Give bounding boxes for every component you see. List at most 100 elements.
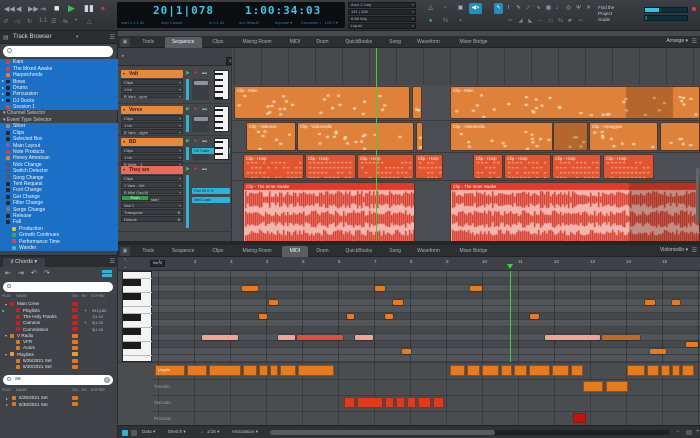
track-param-row[interactable]: Push start <box>121 195 183 202</box>
midi-note[interactable] <box>259 314 267 319</box>
track-param-row[interactable]: Clips ▾ <box>121 147 183 153</box>
arm-strip[interactable] <box>186 115 189 132</box>
clip[interactable]: Clip - Harp <box>473 154 503 179</box>
list-icon[interactable]: ☰ <box>51 18 56 25</box>
track-param-row[interactable]: 1 trk ▾ <box>121 153 183 160</box>
redo-icon[interactable]: ↻ <box>27 18 32 25</box>
track-name[interactable]: ▾ BD <box>121 138 183 146</box>
spray-icon[interactable]: ∾ <box>576 16 585 27</box>
midi-note[interactable] <box>672 300 680 305</box>
clip[interactable]: Clip - Violonce <box>246 122 296 151</box>
chords-tab[interactable]: ♯ Chords ▾ <box>3 258 45 267</box>
tab-mixer-bridge[interactable]: Mixer Bridge <box>449 246 498 257</box>
play-icon[interactable]: ▶ <box>2 308 5 313</box>
display-sub_right[interactable]: Impulse ▾ <box>275 20 292 25</box>
filter-search-input[interactable]: se ✕ <box>3 375 113 385</box>
fold-up-icon[interactable]: ⌃ <box>123 259 127 264</box>
track-param-row[interactable]: 1 trk ▾ <box>121 85 183 92</box>
tab-midi[interactable]: MIDI <box>282 246 308 257</box>
articulation-block[interactable] <box>583 381 603 392</box>
monitor-icon[interactable]: ◦ <box>439 3 452 14</box>
speaker-icon[interactable]: ◀» <box>469 3 482 14</box>
articulation-block[interactable] <box>682 365 694 376</box>
percent-icon[interactable]: % <box>556 16 565 27</box>
chords-search-input[interactable] <box>3 282 113 292</box>
mic-tool[interactable]: Ψ <box>574 3 583 14</box>
track-param-row[interactable]: Clips ▾ <box>121 115 183 121</box>
swap-icon[interactable]: ⇆ <box>63 18 68 25</box>
midi-note[interactable] <box>650 349 666 354</box>
track-param-row[interactable]: Clips ▾ <box>121 175 183 181</box>
midi-note[interactable] <box>202 335 238 340</box>
fader-thumb[interactable] <box>193 117 208 121</box>
fold-down-icon[interactable]: ⌄ <box>123 265 127 270</box>
zoom-in-icon[interactable]: + <box>696 429 700 435</box>
ratio-icon[interactable]: 1:1 <box>39 18 47 24</box>
articulation-block[interactable] <box>385 397 394 408</box>
midi-note[interactable] <box>385 314 393 319</box>
track-param-row[interactable]: B Vars - agen ▾ <box>121 128 183 135</box>
tab-sequence[interactable]: Sequence <box>164 37 202 48</box>
clip[interactable]: Clip - The Inner Awake <box>450 182 700 247</box>
articulation-block[interactable] <box>270 365 278 376</box>
menu-icon[interactable]: ☰ <box>110 258 115 265</box>
h-scrollbar[interactable] <box>270 430 670 435</box>
midi-mode-icon[interactable] <box>122 429 128 436</box>
clip[interactable]: Clip - Main <box>450 86 700 119</box>
midi-note[interactable] <box>375 286 385 291</box>
bottom-option[interactable]: Stretch ▾ <box>168 429 186 435</box>
tab-drum[interactable]: Drum <box>310 246 336 257</box>
fader-thumb[interactable] <box>193 81 208 85</box>
pause-button[interactable]: ▮▮ <box>84 3 94 14</box>
tab-clips[interactable]: Clips <box>204 246 233 257</box>
volume-fader[interactable] <box>192 79 209 100</box>
back-button[interactable]: ◀ <box>16 5 21 13</box>
articulation-block[interactable] <box>501 365 512 376</box>
track-param-row[interactable]: Detune 0 <box>121 215 183 222</box>
clip[interactable]: Clip - Harp <box>305 154 356 179</box>
clip[interactable]: Clip - Harp <box>603 154 654 179</box>
device-chip[interactable]: Pan 50.0 % <box>192 188 230 194</box>
midi-note[interactable] <box>297 335 343 340</box>
clip[interactable]: Clip - Harp <box>243 154 304 179</box>
arm-strip[interactable] <box>186 79 189 100</box>
midi-note[interactable] <box>242 286 258 291</box>
articulation-block[interactable] <box>407 397 416 408</box>
track-param-row[interactable]: B Vars - spar ▾ <box>121 92 183 99</box>
articulation-block[interactable] <box>344 397 355 408</box>
articulation-block[interactable] <box>672 365 680 376</box>
clip[interactable]: Clip - Harp <box>415 154 443 179</box>
piano-keyboard[interactable] <box>122 271 153 363</box>
track-record-icon[interactable]: ● <box>194 70 197 76</box>
articulation-block[interactable] <box>573 413 586 423</box>
hand-icon[interactable]: ☛ <box>566 16 575 27</box>
track-mute-icon[interactable]: ▬ <box>202 106 207 112</box>
editor-ruler[interactable]: ⌃ ⌄ No. 2 1 2 3 4 5 6 7 8 9 10 11 12 13 14 15 <box>118 257 700 271</box>
curve-tool[interactable]: ∿ <box>534 3 543 14</box>
articulation-block[interactable] <box>280 365 296 376</box>
loop-back-icon[interactable]: ↶ <box>31 269 37 277</box>
go-end-icon[interactable]: ⇥ <box>18 269 24 277</box>
track-record-icon[interactable]: ● <box>194 166 197 172</box>
play-button[interactable]: ▶ <box>68 3 75 14</box>
knife-tool[interactable]: ∕ <box>524 3 533 14</box>
clip[interactable]: Clip - Violoncello <box>450 122 553 151</box>
clip[interactable]: Clip - Arpeggios <box>589 122 658 151</box>
track-name[interactable]: ▾ Volt <box>121 70 183 78</box>
skip-button[interactable]: ⇥ <box>40 5 46 13</box>
midi-note[interactable] <box>470 286 482 291</box>
note-tool[interactable]: ♩ <box>554 3 563 14</box>
record-button[interactable]: ● <box>100 3 105 13</box>
track-param-row[interactable]: Transpose 0 <box>121 209 183 215</box>
articulation-block[interactable] <box>187 365 207 376</box>
settings-box[interactable]: Liquid ▾ <box>348 23 416 29</box>
chords-row[interactable]: 6/30/2021 Set <box>0 364 118 370</box>
playhead-handle[interactable] <box>507 264 513 269</box>
track-param-row[interactable]: B Mini Osc/Al ▾ <box>121 188 183 195</box>
tab-clips[interactable]: Clips <box>204 37 233 48</box>
midi-note[interactable] <box>686 342 698 347</box>
arm-strip[interactable] <box>186 147 189 160</box>
white-key[interactable] <box>123 286 153 293</box>
clip[interactable]: Clip - Violoncello <box>297 122 414 151</box>
tab-mixer-bridge[interactable]: Mixer Bridge <box>449 37 498 48</box>
